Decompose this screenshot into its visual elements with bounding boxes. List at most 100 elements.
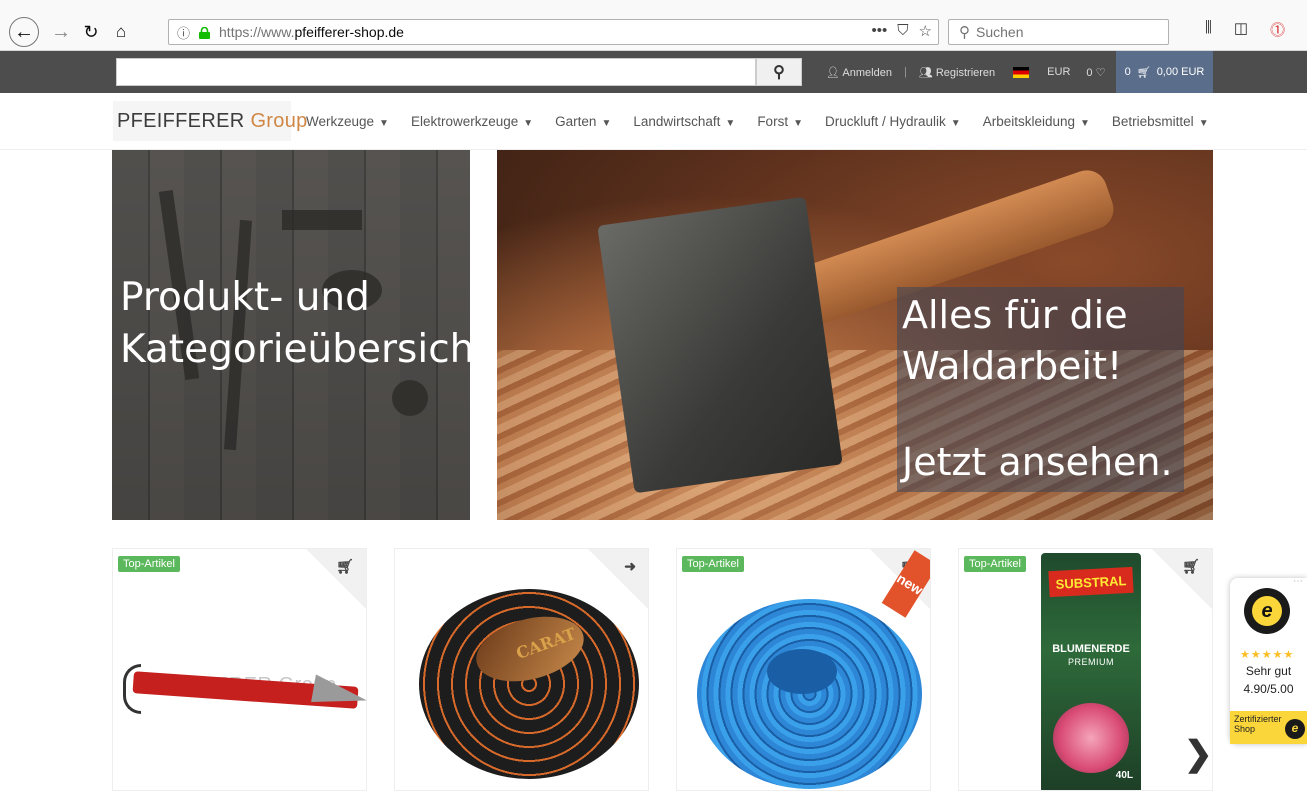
login-link[interactable]: 👤︎ Anmelden — [826, 66, 892, 79]
wishlist-link[interactable]: 0 ♡ — [1086, 66, 1105, 79]
product-card[interactable]: Top-Artikel 🛒︎ SUBSTRAL BLUMENERDE PREMI… — [958, 548, 1213, 791]
product-image-sappie: PFEIFFERER Group — [123, 579, 358, 790]
arrow-right-icon: → — [51, 20, 71, 43]
info-icon[interactable]: ⓘ — [177, 23, 190, 42]
caret-down-icon: ▼ — [950, 118, 961, 129]
product-card[interactable]: Top-Artikel 🛒︎ new — [676, 548, 931, 791]
logo-text-part2: Group — [250, 109, 308, 132]
product-image-air-hose — [687, 579, 922, 790]
trusted-shops-seal-icon: e — [1244, 588, 1290, 634]
cart-button[interactable]: 0 🛒︎ 0,00 EUR — [1116, 51, 1213, 93]
heart-icon: ♡ — [1095, 66, 1106, 79]
cart-icon[interactable]: 🛒︎ — [336, 558, 354, 575]
page-actions-icon[interactable]: ••• — [872, 22, 888, 40]
menu-item-druckluft-hydraulik[interactable]: Druckluft / Hydraulik ▼ — [825, 114, 961, 129]
logo-text-part1: PFEIFFERER — [117, 109, 245, 132]
slider-next-button[interactable]: ❯ — [1184, 734, 1213, 774]
library-icon[interactable]: ⫼ — [1205, 19, 1212, 40]
search-icon: ⚲ — [959, 24, 970, 41]
currency-selector[interactable]: EUR — [1047, 66, 1070, 78]
site-logo[interactable]: PFEIFFERER Group — [113, 101, 307, 141]
hero-left-line2: Kategorieübersicht — [120, 326, 470, 372]
caret-down-icon: ▼ — [1080, 118, 1090, 129]
add-user-icon: 👥︎ — [918, 66, 933, 79]
trusted-shops-e-icon: e — [1285, 719, 1305, 739]
hero-right-heading: Alles für die Waldarbeit! — [902, 290, 1128, 393]
bookmark-star-icon[interactable]: ☆ — [919, 22, 932, 40]
menu-item-landwirtschaft[interactable]: Landwirtschaft ▼ — [633, 114, 735, 129]
flower-image — [1053, 703, 1129, 773]
caret-down-icon: ▼ — [379, 118, 389, 129]
url-bar[interactable]: ⓘ https://www.pfeifferer-shop.de ••• ⛉ ☆ — [168, 19, 939, 45]
product-image-potting-soil: SUBSTRAL BLUMENERDE PREMIUM 40L — [969, 553, 1204, 790]
lock-icon — [199, 27, 211, 39]
brand-logo: SUBSTRAL — [1048, 566, 1134, 598]
product-card[interactable]: Top-Artikel 🛒︎ PFEIFFERER Group — [112, 548, 367, 791]
hero-banner-categories[interactable]: Produkt- und Kategorieübersicht — [112, 150, 470, 520]
bag-volume: 40L — [1115, 770, 1133, 781]
menu-item-garten[interactable]: Garten ▼ — [555, 114, 611, 129]
login-label: Anmelden — [842, 66, 892, 79]
hero-right-line2: Waldarbeit! — [902, 344, 1123, 389]
more-dots-icon[interactable]: ⋯ — [1293, 576, 1303, 587]
hero-banner-forestry[interactable]: Alles für die Waldarbeit! Jetzt ansehen. — [497, 150, 1213, 520]
cart-count: 0 — [1124, 66, 1131, 78]
addon-icon[interactable]: ⓵ — [1270, 19, 1285, 40]
back-button[interactable]: ← — [9, 17, 39, 47]
register-label: Registrieren — [935, 66, 996, 79]
register-link[interactable]: 👥︎ Registrieren — [919, 66, 995, 79]
arrow-left-icon: ← — [14, 20, 34, 43]
site-search-button[interactable]: ⚲ — [756, 58, 802, 86]
cart-icon[interactable]: 🛒︎ — [1182, 558, 1200, 575]
hero-left-line1: Produkt- und — [120, 275, 370, 320]
caret-down-icon: ▼ — [725, 118, 736, 129]
category-menu: Werkzeuge ▼ Elektrowerkzeuge ▼ Garten ▼ Lan… — [306, 93, 1209, 150]
arrow-right-icon[interactable]: ➜ — [624, 558, 636, 575]
axe-head-image — [597, 196, 843, 494]
wishlist-count: 0 — [1086, 66, 1093, 79]
pocket-icon[interactable]: ⛉ — [897, 22, 908, 40]
german-flag-icon[interactable] — [1013, 66, 1030, 78]
top-article-badge: Top-Artikel — [964, 556, 1026, 572]
top-article-badge: Top-Artikel — [118, 556, 180, 572]
sidebar-icon[interactable]: ◫ — [1234, 19, 1248, 40]
main-navigation: PFEIFFERER Group Werkzeuge ▼ Elektrowerkz… — [0, 93, 1307, 150]
cart-total: 0,00 EUR — [1156, 66, 1205, 78]
chevron-right-icon: ❯ — [1184, 735, 1213, 773]
menu-item-elektrowerkzeuge[interactable]: Elektrowerkzeuge ▼ — [411, 114, 533, 129]
home-icon: ⌂ — [115, 22, 127, 41]
menu-item-werkzeuge[interactable]: Werkzeuge ▼ — [306, 114, 389, 129]
trusted-shops-badge[interactable]: ⋯ e ★★★★★ Sehr gut 4.90/5.00 Zertifizier… — [1230, 576, 1307, 744]
hero-right-line1: Alles für die — [902, 293, 1128, 337]
menu-item-arbeitskleidung[interactable]: Arbeitskleidung ▼ — [983, 114, 1090, 129]
bag-subtitle: PREMIUM — [1068, 657, 1114, 667]
menu-item-forst[interactable]: Forst ▼ — [757, 114, 803, 129]
reload-button[interactable]: ↻ — [76, 17, 106, 47]
caret-down-icon: ▼ — [793, 118, 803, 129]
reload-icon: ↻ — [83, 21, 99, 42]
rating-score: 4.90/5.00 — [1243, 682, 1294, 696]
url-text: https://www.pfeifferer-shop.de — [219, 24, 404, 40]
certified-shop-label: Zertifizierter Shop e — [1230, 711, 1307, 744]
hero-left-heading: Produkt- und Kategorieübersicht — [120, 272, 470, 376]
product-card[interactable]: ➜ CARAT — [394, 548, 649, 791]
browser-search-input[interactable]: ⚲ Suchen — [948, 19, 1169, 45]
product-image-garden-hose: CARAT — [405, 579, 640, 790]
tool-silhouette — [392, 380, 428, 416]
rating-stars: ★★★★★ — [1240, 649, 1295, 661]
caret-down-icon: ▼ — [1198, 118, 1209, 129]
user-icon: 👤︎ — [826, 66, 840, 79]
menu-item-betriebsmittel[interactable]: Betriebsmittel ▼ — [1112, 114, 1209, 129]
caret-down-icon: ▼ — [523, 118, 534, 129]
hero-right-cta[interactable]: Jetzt ansehen. — [902, 440, 1173, 484]
site-search-input[interactable] — [116, 58, 756, 86]
rating-label: Sehr gut — [1245, 664, 1292, 678]
caret-down-icon: ▼ — [601, 118, 612, 129]
site-top-bar: ⚲ 👤︎ Anmelden | 👥︎ Registrieren EUR 0 ♡ … — [0, 51, 1307, 93]
home-button[interactable]: ⌂ — [106, 17, 136, 47]
tool-silhouette — [282, 210, 362, 230]
forward-button[interactable]: → — [46, 17, 76, 47]
top-article-badge: Top-Artikel — [682, 556, 744, 572]
product-slider: Top-Artikel 🛒︎ PFEIFFERER Group ➜ CARAT … — [0, 548, 1307, 791]
browser-toolbar: ← → ↻ ⌂ ⓘ https://www.pfeifferer-shop.de… — [0, 0, 1307, 51]
